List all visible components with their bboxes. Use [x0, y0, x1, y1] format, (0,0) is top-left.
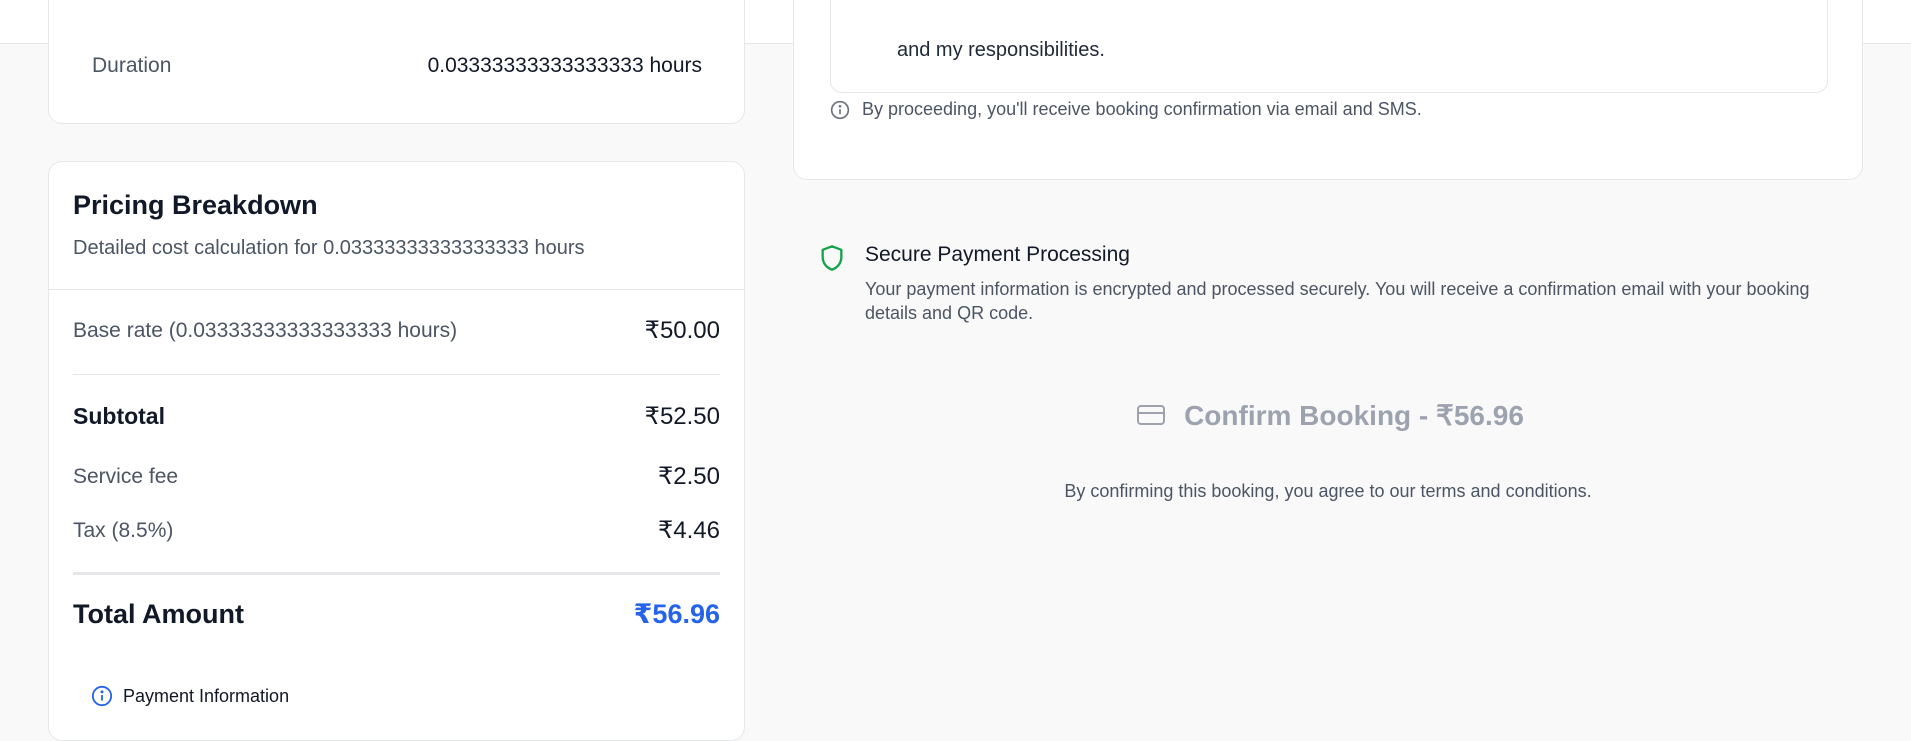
total-row: Total Amount ₹56.96: [73, 599, 720, 630]
service-fee-amount: ₹2.50: [658, 463, 720, 490]
service-fee-label: Service fee: [73, 464, 179, 488]
info-icon: [830, 100, 850, 119]
divider: [73, 572, 720, 575]
divider: [49, 289, 744, 290]
booking-details-card: Duration 0.03333333333333333 hours: [48, 0, 745, 124]
pricing-title: Pricing Breakdown: [73, 190, 318, 220]
tax-amount: ₹4.46: [658, 517, 720, 544]
base-rate-row: Base rate (0.03333333333333333 hours) ₹5…: [73, 316, 720, 345]
base-rate-amount: ₹50.00: [644, 317, 720, 344]
pricing-subtitle: Detailed cost calculation for 0.03333333…: [73, 237, 585, 259]
credit-card-icon: [1137, 405, 1166, 425]
payment-information-label: Payment Information: [123, 685, 290, 706]
duration-value: 0.03333333333333333 hours: [427, 54, 702, 77]
secure-payment-description: Your payment information is encrypted an…: [865, 279, 1810, 323]
terms-agreement-text: By confirming this booking, you agree to…: [1064, 481, 1592, 501]
terms-text: and my responsibilities.: [897, 39, 1105, 61]
confirmation-notice: By proceeding, you'll receive booking co…: [830, 99, 1422, 120]
confirmation-notice-text: By proceeding, you'll receive booking co…: [862, 99, 1422, 119]
total-amount: ₹56.96: [633, 599, 720, 629]
subtotal-row: Subtotal ₹52.50: [73, 402, 720, 431]
service-fee-row: Service fee ₹2.50: [73, 462, 720, 491]
tax-label: Tax (8.5%): [73, 518, 174, 542]
duration-label: Duration: [92, 54, 172, 77]
payment-information: Payment Information: [91, 685, 289, 707]
pricing-breakdown-card: Pricing Breakdown Detailed cost calculat…: [48, 161, 745, 741]
shield-icon: [821, 245, 843, 271]
confirm-booking-button[interactable]: Confirm Booking - ₹56.96: [1120, 392, 1540, 438]
subtotal-amount: ₹52.50: [644, 403, 720, 430]
secure-payment-title: Secure Payment Processing: [865, 243, 1130, 266]
total-label: Total Amount: [73, 599, 244, 629]
divider: [73, 374, 720, 375]
info-icon: [91, 685, 113, 707]
confirm-booking-label: Confirm Booking - ₹56.96: [1184, 399, 1524, 431]
subtotal-label: Subtotal: [73, 403, 165, 429]
terms-agreement-box: and my responsibilities.: [830, 0, 1828, 93]
duration-row: Duration 0.03333333333333333 hours: [92, 54, 702, 78]
tax-row: Tax (8.5%) ₹4.46: [73, 516, 720, 545]
base-rate-label: Base rate (0.03333333333333333 hours): [73, 318, 458, 342]
terms-card: and my responsibilities. By proceeding, …: [793, 0, 1863, 180]
